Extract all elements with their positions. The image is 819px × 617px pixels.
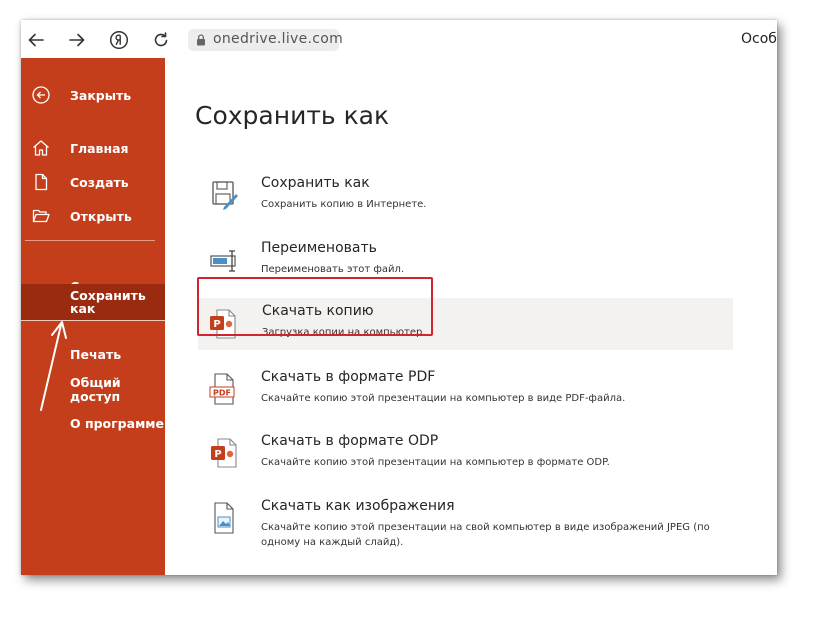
back-circle-icon (32, 86, 50, 104)
image-file-icon (214, 502, 234, 534)
annotation-highlight-box (197, 277, 433, 336)
option-title: Скачать как изображения (261, 498, 455, 514)
option-title: Сохранить как (261, 175, 370, 191)
backstage-sidebar: Закрыть Главная Создать Открыть Сведения… (21, 58, 165, 575)
sidebar-item-open[interactable]: Открыть (21, 201, 165, 231)
forward-button[interactable] (64, 27, 90, 53)
yandex-logo-icon (109, 30, 129, 50)
address-bar[interactable]: onedrive.live.com (188, 29, 343, 51)
option-description: Сохранить копию в Интернете. (261, 199, 427, 210)
option-title: Переименовать (261, 240, 377, 256)
option-title: Скачать в формате PDF (261, 369, 436, 385)
arrow-right-icon (69, 33, 85, 47)
sidebar-item-new[interactable]: Создать (21, 167, 165, 197)
reload-icon (154, 32, 168, 47)
svg-text:P: P (214, 449, 221, 460)
home-icon (33, 140, 49, 156)
reload-button[interactable] (148, 27, 174, 53)
sidebar-item-home[interactable]: Главная (21, 133, 165, 163)
sidebar-item-label: Создать (70, 174, 129, 190)
sidebar-divider (25, 240, 155, 241)
option-description: Скачайте копию этой презентации на компь… (261, 457, 610, 468)
browser-partial-text: Особ (741, 31, 777, 47)
option-download-images[interactable]: Скачать как изображения Скачайте копию э… (197, 493, 732, 553)
browser-toolbar: onedrive.live.com Особ (21, 20, 777, 58)
odp-file-icon: P (211, 438, 237, 468)
option-description: Переименовать этот файл. (261, 264, 405, 275)
rename-icon (210, 250, 236, 272)
back-button[interactable] (23, 27, 49, 53)
sidebar-item-label: Главная (70, 140, 129, 156)
arrow-left-icon (28, 33, 44, 47)
sidebar-item-about[interactable]: О программе (70, 417, 164, 430)
sidebar-item-print[interactable]: Печать (70, 348, 121, 361)
option-download-odp[interactable]: P Скачать в формате ODP Скачайте копию э… (197, 428, 732, 480)
option-title: Скачать в формате ODP (261, 433, 439, 449)
sidebar-item-label: Открыть (70, 208, 132, 224)
yandex-button[interactable] (106, 27, 132, 53)
close-label: Закрыть (70, 87, 132, 103)
save-as-icon (212, 181, 238, 210)
option-download-pdf[interactable]: PDF Скачать в формате PDF Скачайте копию… (197, 364, 732, 416)
url-text: onedrive.live.com (213, 31, 344, 47)
svg-text:PDF: PDF (213, 389, 231, 398)
annotation-arrow-icon (40, 321, 67, 411)
screenshot-frame: onedrive.live.com Особ Закрыть Главная С… (21, 20, 777, 575)
new-document-icon (35, 173, 48, 191)
open-folder-icon (32, 209, 50, 223)
option-description: Скачайте копию этой презентации на компь… (261, 393, 626, 404)
option-save-as[interactable]: Сохранить как Сохранить копию в Интернет… (197, 170, 732, 222)
close-button[interactable]: Закрыть (21, 80, 165, 110)
sidebar-item-label: Общий (70, 375, 121, 390)
option-description: Скачайте копию этой презентации на свой … (261, 522, 710, 548)
lock-icon (197, 34, 205, 46)
sidebar-item-label: доступ (70, 389, 121, 404)
page-title: Сохранить как (195, 101, 390, 130)
pdf-file-icon: PDF (209, 373, 235, 405)
